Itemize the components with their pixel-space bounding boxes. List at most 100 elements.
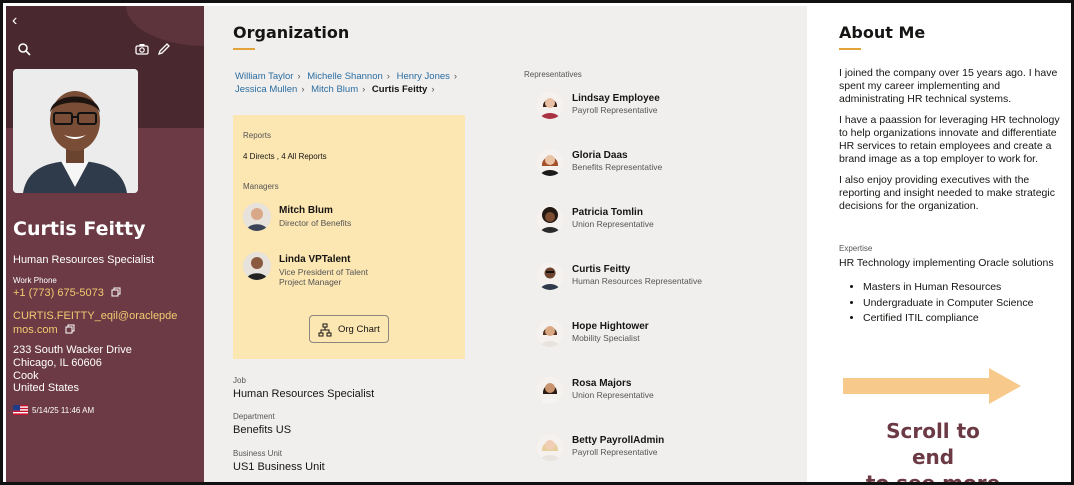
representative-item[interactable]: Rosa Majors Union Representative: [536, 376, 776, 410]
work-phone-value[interactable]: +1 (773) 675-5073: [13, 287, 104, 299]
avatar: [243, 252, 271, 280]
department-value: Benefits US: [233, 424, 292, 436]
chevron-right-icon: ›: [431, 84, 435, 95]
expertise-value: HR Technology implementing Oracle soluti…: [839, 257, 1054, 269]
representative-role: Union Representative: [572, 390, 654, 400]
representative-role: Payroll Representative: [572, 105, 658, 115]
breadcrumb-link[interactable]: Michelle Shannon: [307, 71, 383, 82]
about-me-panel: About Me I joined the company over 15 ye…: [807, 6, 1071, 485]
representative-name[interactable]: Curtis Feitty: [572, 264, 630, 275]
representative-role: Benefits Representative: [572, 162, 663, 172]
representative-role: Mobility Specialist: [572, 333, 640, 343]
about-paragraph: I also enjoy providing executives with t…: [839, 174, 1055, 212]
representative-name[interactable]: Rosa Majors: [572, 378, 631, 389]
business-unit-value: US1 Business Unit: [233, 461, 325, 473]
manager-role-line: Project Manager: [279, 277, 342, 287]
avatar: [536, 433, 564, 461]
breadcrumb-link[interactable]: Henry Jones: [397, 71, 450, 82]
representatives-label: Representatives: [524, 70, 582, 79]
manager-role: Director of Benefits: [279, 218, 352, 228]
representative-role: Union Representative: [572, 219, 654, 229]
breadcrumb-link[interactable]: Jessica Mullen: [235, 84, 297, 95]
breadcrumb-link[interactable]: William Taylor: [235, 71, 293, 82]
expertise-label: Expertise: [839, 244, 873, 253]
manager-name[interactable]: Linda VPTalent: [279, 254, 351, 265]
email-link[interactable]: CURTIS.FEITTY_eqil@oraclepdemos.com: [13, 309, 183, 337]
chevron-right-icon: ›: [362, 84, 366, 95]
representative-name[interactable]: Lindsay Employee: [572, 93, 660, 104]
us-flag-icon: [13, 405, 28, 415]
copy-icon[interactable]: [65, 324, 75, 334]
avatar: [536, 91, 564, 119]
org-chart-label: Org Chart: [338, 324, 380, 335]
scroll-callout: Scroll to end to see more: [863, 418, 1003, 485]
breadcrumb-link[interactable]: Mitch Blum: [311, 84, 358, 95]
representative-item[interactable]: Betty PayrollAdmin Payroll Representativ…: [536, 433, 776, 467]
scroll-callout-line: to see more: [865, 471, 1001, 485]
edit-pencil-icon[interactable]: [157, 42, 171, 56]
about-me-text: I joined the company over 15 years ago. …: [839, 67, 1064, 221]
organization-panel: Organization William Taylor › Michelle Sh…: [204, 6, 807, 482]
avatar: [536, 148, 564, 176]
heading-underline: [839, 48, 861, 50]
profile-photo: [13, 69, 138, 193]
manager-role-line: Vice President of Talent: [279, 267, 368, 277]
manager-item[interactable]: Mitch Blum Director of Benefits: [243, 203, 463, 235]
representative-name[interactable]: Hope Hightower: [572, 321, 649, 332]
expertise-item: Certified ITIL compliance: [863, 311, 1033, 327]
scroll-callout-line: Scroll to end: [886, 419, 980, 469]
representative-name[interactable]: Patricia Tomlin: [572, 207, 643, 218]
breadcrumb: William Taylor › Michelle Shannon › Henry …: [235, 70, 480, 96]
back-chevron-icon[interactable]: ‹: [12, 12, 17, 30]
address-line: United States: [13, 382, 80, 395]
manager-name[interactable]: Mitch Blum: [279, 205, 333, 216]
representative-role: Human Resources Representative: [572, 276, 702, 286]
profile-name: Curtis Feitty: [13, 218, 146, 240]
org-chart-icon: [318, 323, 332, 337]
about-paragraph: I joined the company over 15 years ago. …: [839, 67, 1058, 105]
avatar: [536, 319, 564, 347]
reports-managers-card: Reports 4 Directs , 4 All Reports Manage…: [233, 115, 465, 359]
expertise-item: Undergraduate in Computer Science: [863, 296, 1033, 312]
work-phone-label: Work Phone: [13, 276, 57, 285]
chevron-right-icon: ›: [386, 71, 390, 82]
managers-label: Managers: [243, 182, 279, 191]
organization-heading: Organization: [233, 23, 350, 42]
address-line: Chicago, IL 60606: [13, 356, 102, 369]
representative-item[interactable]: Gloria Daas Benefits Representative: [536, 148, 776, 182]
representative-name[interactable]: Betty PayrollAdmin: [572, 435, 664, 446]
chevron-right-icon: ›: [453, 71, 458, 82]
representative-name[interactable]: Gloria Daas: [572, 150, 628, 161]
search-icon[interactable]: [17, 42, 31, 56]
breadcrumb-current: Curtis Feitty: [371, 84, 428, 95]
chevron-right-icon: ›: [301, 84, 305, 95]
arrow-right-icon: [843, 368, 1021, 404]
representative-item[interactable]: Patricia Tomlin Union Representative: [536, 205, 776, 239]
about-paragraph: I have a paassion for leveraging HR tech…: [839, 114, 1060, 165]
expertise-list: Masters in Human Resources Undergraduate…: [863, 280, 1033, 327]
avatar: [536, 205, 564, 233]
copy-icon[interactable]: [111, 287, 121, 297]
work-phone-link[interactable]: +1 (773) 675-5073: [13, 287, 121, 299]
representative-item[interactable]: Hope Hightower Mobility Specialist: [536, 319, 776, 353]
representative-item[interactable]: Lindsay Employee Payroll Representative: [536, 91, 776, 125]
manager-role: Vice President of Talent Project Manager: [279, 267, 368, 287]
avatar: [243, 203, 271, 231]
representative-item[interactable]: Curtis Feitty Human Resources Representa…: [536, 262, 776, 296]
department-label: Department: [233, 412, 275, 421]
avatar: [536, 376, 564, 404]
email-value[interactable]: CURTIS.FEITTY_eqil@oraclepdemos.com: [13, 310, 177, 336]
business-unit-label: Business Unit: [233, 449, 282, 458]
about-me-heading: About Me: [839, 23, 926, 42]
screenshot-frame: ‹ Curtis Feitty Human Resources Speciali…: [0, 0, 1074, 485]
org-chart-button[interactable]: Org Chart: [309, 315, 389, 343]
camera-icon[interactable]: [135, 42, 149, 56]
address-line: 233 South Wacker Drive: [13, 344, 132, 356]
reports-value[interactable]: 4 Directs , 4 All Reports: [243, 152, 327, 161]
address-block: 233 South Wacker Drive Chicago, IL 60606…: [13, 344, 132, 395]
manager-item[interactable]: Linda VPTalent Vice President of Talent …: [243, 252, 463, 287]
reports-label: Reports: [243, 131, 272, 140]
heading-underline: [233, 48, 255, 50]
profile-job-title: Human Resources Specialist: [13, 254, 155, 266]
local-time: 5/14/25 11:46 AM: [32, 406, 95, 415]
